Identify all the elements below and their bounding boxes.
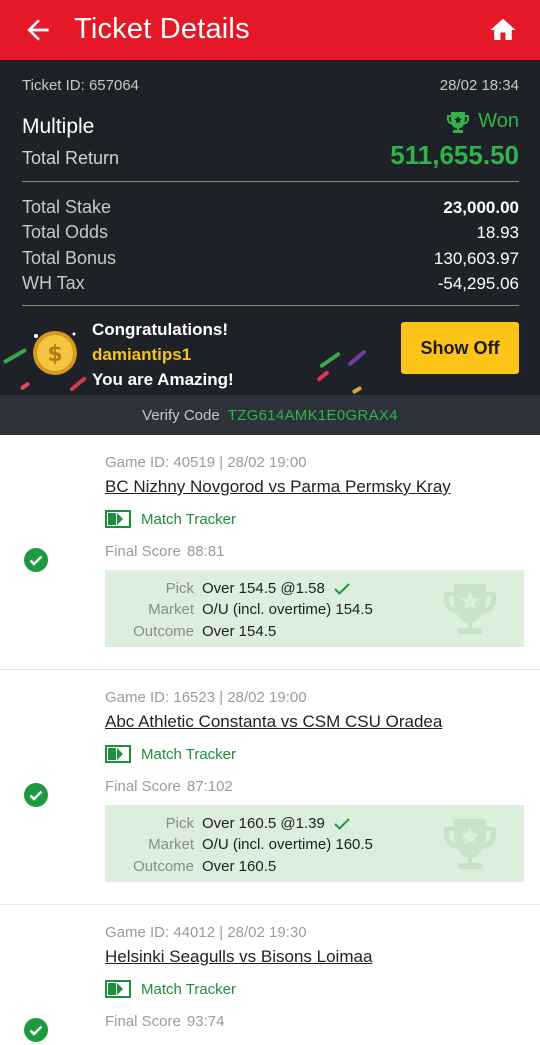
game-meta: Game ID: 16523 | 28/02 19:00 bbox=[105, 689, 307, 706]
congrats-message: Congratulations! damiantips1 You are Ama… bbox=[92, 317, 234, 392]
tracker-icon bbox=[105, 745, 131, 763]
trophy-watermark-icon bbox=[444, 819, 496, 869]
match-tracker-link[interactable]: Match Tracker bbox=[105, 980, 236, 998]
final-score-value: 88:81 bbox=[186, 543, 225, 560]
confetti bbox=[316, 369, 330, 383]
status-text: Won bbox=[478, 110, 519, 132]
stat-label: Total Odds bbox=[22, 222, 109, 242]
tracker-icon bbox=[105, 510, 131, 528]
pick-value: Over 154.5 @1.58 bbox=[202, 580, 325, 597]
match-title[interactable]: BC Nizhny Novgorod vs Parma Permsky Kray bbox=[105, 477, 451, 497]
total-bonus-value: 130,603.97 bbox=[433, 249, 519, 268]
check-circle-icon bbox=[24, 783, 48, 807]
stat-label: WH Tax bbox=[22, 273, 85, 293]
outcome-label: Outcome bbox=[133, 623, 194, 640]
pick-details: Pick Over 160.5 @1.39 Market O/U (incl. … bbox=[105, 805, 524, 882]
divider bbox=[22, 181, 519, 182]
ticket-datetime: 28/02 18:34 bbox=[439, 77, 519, 94]
market-value: O/U (incl. overtime) 154.5 bbox=[202, 601, 373, 618]
confetti bbox=[2, 347, 28, 365]
congrats-username: damiantips1 bbox=[92, 345, 192, 364]
match-tracker-link[interactable]: Match Tracker bbox=[105, 510, 236, 528]
congrats-line: Congratulations! bbox=[92, 320, 228, 339]
game-meta: Game ID: 44012 | 28/02 19:30 bbox=[105, 924, 307, 941]
final-score-label: Final Score bbox=[105, 543, 181, 560]
selection-item: Game ID: 40519 | 28/02 19:00 BC Nizhny N… bbox=[0, 435, 540, 670]
match-title[interactable]: Abc Athletic Constanta vs CSM CSU Oradea bbox=[105, 712, 442, 732]
pick-check-icon bbox=[334, 818, 350, 830]
status-badge: Won bbox=[446, 110, 519, 133]
match-tracker-label: Match Tracker bbox=[141, 510, 237, 528]
back-arrow-icon[interactable] bbox=[22, 14, 54, 46]
market-label: Market bbox=[148, 601, 194, 618]
match-tracker-label: Match Tracker bbox=[141, 980, 237, 998]
match-tracker-label: Match Tracker bbox=[141, 745, 237, 763]
total-return-value: 511,655.50 bbox=[390, 140, 519, 170]
total-return-label: Total Return bbox=[22, 148, 120, 168]
pick-label: Pick bbox=[165, 580, 194, 597]
pick-value: Over 160.5 @1.39 bbox=[202, 815, 325, 832]
confetti bbox=[351, 385, 363, 395]
home-icon[interactable] bbox=[488, 15, 518, 45]
stat-label: Total Bonus bbox=[22, 248, 117, 268]
verify-code-value[interactable]: TZG614AMK1E0GRAX4 bbox=[228, 407, 398, 424]
match-title[interactable]: Helsinki Seagulls vs Bisons Loimaa bbox=[105, 947, 372, 967]
ticket-id: Ticket ID: 657064 bbox=[22, 77, 140, 94]
coin-icon: $ bbox=[33, 331, 77, 375]
verify-code-label: Verify Code bbox=[142, 406, 220, 424]
wh-tax-value: -54,295.06 bbox=[437, 274, 519, 293]
pick-check-icon bbox=[334, 583, 350, 595]
tracker-icon bbox=[105, 980, 131, 998]
outcome-label: Outcome bbox=[133, 858, 194, 875]
pick-details: Pick Over 154.5 @1.58 Market O/U (incl. … bbox=[105, 570, 524, 647]
total-stake-value: 23,000.00 bbox=[443, 198, 519, 217]
stat-label: Total Stake bbox=[22, 197, 112, 217]
final-score: Final Score 87:102 bbox=[105, 778, 233, 795]
selection-item: Game ID: 44012 | 28/02 19:30 Helsinki Se… bbox=[0, 905, 540, 1045]
total-odds-value: 18.93 bbox=[476, 223, 519, 242]
verify-code-bar: Verify Code TZG614AMK1E0GRAX4 bbox=[0, 395, 540, 435]
confetti bbox=[19, 381, 31, 391]
congrats-banner: $ Congratulations! damiantips1 You are A… bbox=[0, 310, 540, 396]
divider bbox=[22, 305, 519, 306]
svg-text:$: $ bbox=[47, 342, 62, 367]
confetti bbox=[319, 351, 341, 369]
final-score-label: Final Score bbox=[105, 778, 181, 795]
selection-item: Game ID: 16523 | 28/02 19:00 Abc Athleti… bbox=[0, 670, 540, 905]
outcome-value: Over 160.5 bbox=[202, 858, 277, 875]
trophy-watermark-icon bbox=[444, 584, 496, 634]
ticket-summary: Ticket ID: 657064 28/02 18:34 Multiple W… bbox=[0, 60, 540, 435]
page-title: Ticket Details bbox=[74, 13, 250, 45]
trophy-icon bbox=[447, 111, 470, 133]
game-meta: Game ID: 40519 | 28/02 19:00 bbox=[105, 454, 307, 471]
final-score-value: 87:102 bbox=[186, 778, 233, 795]
check-circle-icon bbox=[24, 548, 48, 572]
final-score: Final Score 88:81 bbox=[105, 543, 224, 560]
confetti bbox=[347, 349, 367, 367]
congrats-line: You are Amazing! bbox=[92, 370, 234, 389]
market-label: Market bbox=[148, 836, 194, 853]
bet-type: Multiple bbox=[22, 114, 95, 138]
pick-label: Pick bbox=[165, 815, 194, 832]
show-off-button[interactable]: Show Off bbox=[401, 322, 519, 374]
market-value: O/U (incl. overtime) 160.5 bbox=[202, 836, 373, 853]
app-bar: Ticket Details bbox=[0, 0, 540, 60]
match-tracker-link[interactable]: Match Tracker bbox=[105, 745, 236, 763]
outcome-value: Over 154.5 bbox=[202, 623, 277, 640]
